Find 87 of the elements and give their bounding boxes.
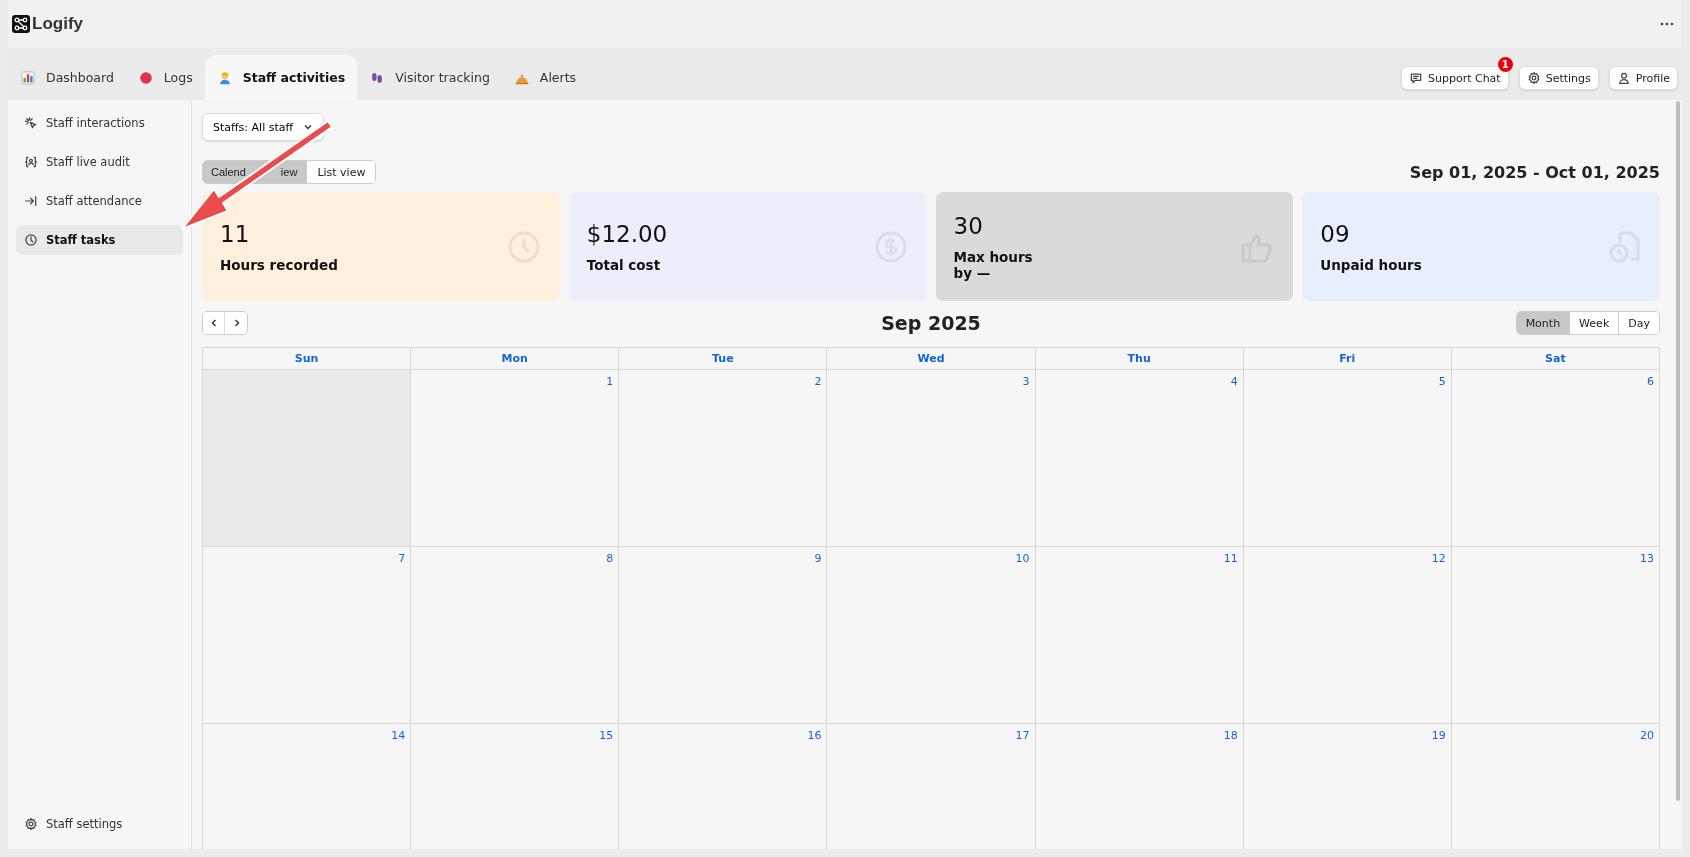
day-cell[interactable]: 10 (827, 547, 1036, 724)
day-cell[interactable]: 1 (411, 370, 620, 547)
day-cell[interactable]: 15 (411, 724, 620, 849)
sidebar-item[interactable]: Staff live audit (16, 147, 183, 177)
day-cell[interactable]: 5 (1243, 370, 1452, 547)
day-cell[interactable]: 9 (619, 547, 828, 724)
day-number: 16 (807, 729, 822, 742)
stat-label: Total cost (586, 256, 662, 273)
day-cell[interactable]: 16 (619, 724, 828, 849)
day-number: 13 (1640, 552, 1654, 565)
bar-chart-icon (20, 69, 36, 86)
day-cell[interactable]: 3 (827, 370, 1036, 547)
day-cell[interactable]: 6 (1451, 370, 1660, 547)
day-number: 20 (1640, 729, 1654, 742)
more-options-icon[interactable] (1660, 22, 1674, 26)
day-cell[interactable]: 12 (1243, 547, 1452, 724)
day-cell[interactable]: 14 (203, 724, 412, 849)
user-icon (1616, 71, 1631, 85)
nav-tab[interactable]: Visitor tracking (357, 55, 502, 100)
day-number: 7 (398, 552, 406, 565)
settings-button[interactable]: Settings (1518, 66, 1599, 90)
sidebar-item[interactable]: Staff settings (16, 809, 183, 839)
chat-icon (1409, 71, 1423, 85)
logo-icon (12, 15, 30, 33)
nav-tab[interactable]: Dashboard (8, 55, 126, 100)
day-number: 3 (1022, 375, 1030, 388)
calendar-mode-tab[interactable]: Month (1516, 312, 1571, 334)
day-cell[interactable]: 8 (411, 547, 620, 724)
weekday-header: Thu (1035, 348, 1244, 370)
stat-label: Max hours by — (953, 248, 1033, 281)
weekday-header: Sat (1451, 348, 1660, 370)
person-brackets-icon (24, 155, 38, 169)
day-number: 14 (391, 729, 406, 742)
cursor-click-icon (24, 116, 38, 130)
day-number: 10 (1015, 552, 1030, 565)
stat-value: 09 (1320, 220, 1351, 247)
notification-badge: 1 (1497, 57, 1513, 72)
day-number: 15 (599, 729, 614, 742)
gear-icon (24, 817, 38, 831)
day-cell[interactable]: 11 (1035, 547, 1244, 724)
day-cell[interactable]: 20 (1451, 724, 1660, 849)
weekday-header: Tue (619, 348, 828, 370)
weekday-header: Wed (827, 348, 1036, 370)
nav-tab[interactable]: Staff activities (204, 55, 358, 100)
scrollbar[interactable] (1676, 101, 1680, 801)
stat-value: $12.00 (586, 220, 668, 247)
day-number: 5 (1438, 375, 1446, 388)
arrow-to-line-icon (24, 194, 38, 208)
sidebar-item[interactable]: Staff interactions (16, 108, 183, 138)
date-range: Sep 01, 2025 - Oct 01, 2025 (1409, 162, 1660, 182)
day-number: 18 (1223, 729, 1238, 742)
circle-icon (137, 69, 154, 86)
stat-label: Hours recorded (220, 256, 338, 273)
day-number: 1 (606, 375, 614, 388)
gear-icon (1526, 71, 1541, 85)
day-number: 4 (1230, 375, 1238, 388)
weekday-header: Fri (1243, 348, 1452, 370)
sidebar-item[interactable]: Staff attendance (16, 186, 183, 216)
day-number: 2 (814, 375, 822, 388)
chevron-down-icon (303, 122, 314, 132)
nav-tab[interactable]: Logs (125, 55, 205, 100)
sidebar-item[interactable]: Staff tasks (16, 225, 183, 255)
stat-value: 11 (220, 220, 251, 247)
day-cell[interactable]: 19 (1243, 724, 1452, 849)
day-number: 11 (1223, 552, 1238, 565)
day-cell[interactable]: 13 (1451, 547, 1660, 724)
day-cell[interactable]: 2 (619, 370, 828, 547)
day-cell[interactable]: 7 (203, 547, 412, 724)
day-number: 19 (1431, 729, 1446, 742)
weekday-header: Mon (411, 348, 620, 370)
staff-filter-dropdown[interactable]: Staffs: All staff (202, 113, 325, 141)
day-cell[interactable]: 17 (827, 724, 1036, 849)
day-number: 6 (1647, 375, 1654, 388)
day-cell[interactable]: 18 (1035, 724, 1244, 849)
app-title: Logify (32, 14, 83, 34)
day-number: 9 (814, 552, 822, 565)
day-number: 12 (1431, 552, 1446, 565)
previous-month-button[interactable] (203, 312, 225, 334)
day-number: 8 (606, 552, 614, 565)
calendar-title: Sep 2025 (881, 312, 981, 334)
nav-tab[interactable]: Alerts (501, 55, 589, 100)
stat-label: Unpaid hours (1320, 256, 1422, 273)
day-number: 17 (1015, 729, 1030, 742)
stat-value: 30 (953, 212, 984, 239)
clock-icon (24, 233, 38, 247)
profile-button[interactable]: Profile (1608, 66, 1678, 90)
day-cell[interactable]: 4 (1035, 370, 1244, 547)
